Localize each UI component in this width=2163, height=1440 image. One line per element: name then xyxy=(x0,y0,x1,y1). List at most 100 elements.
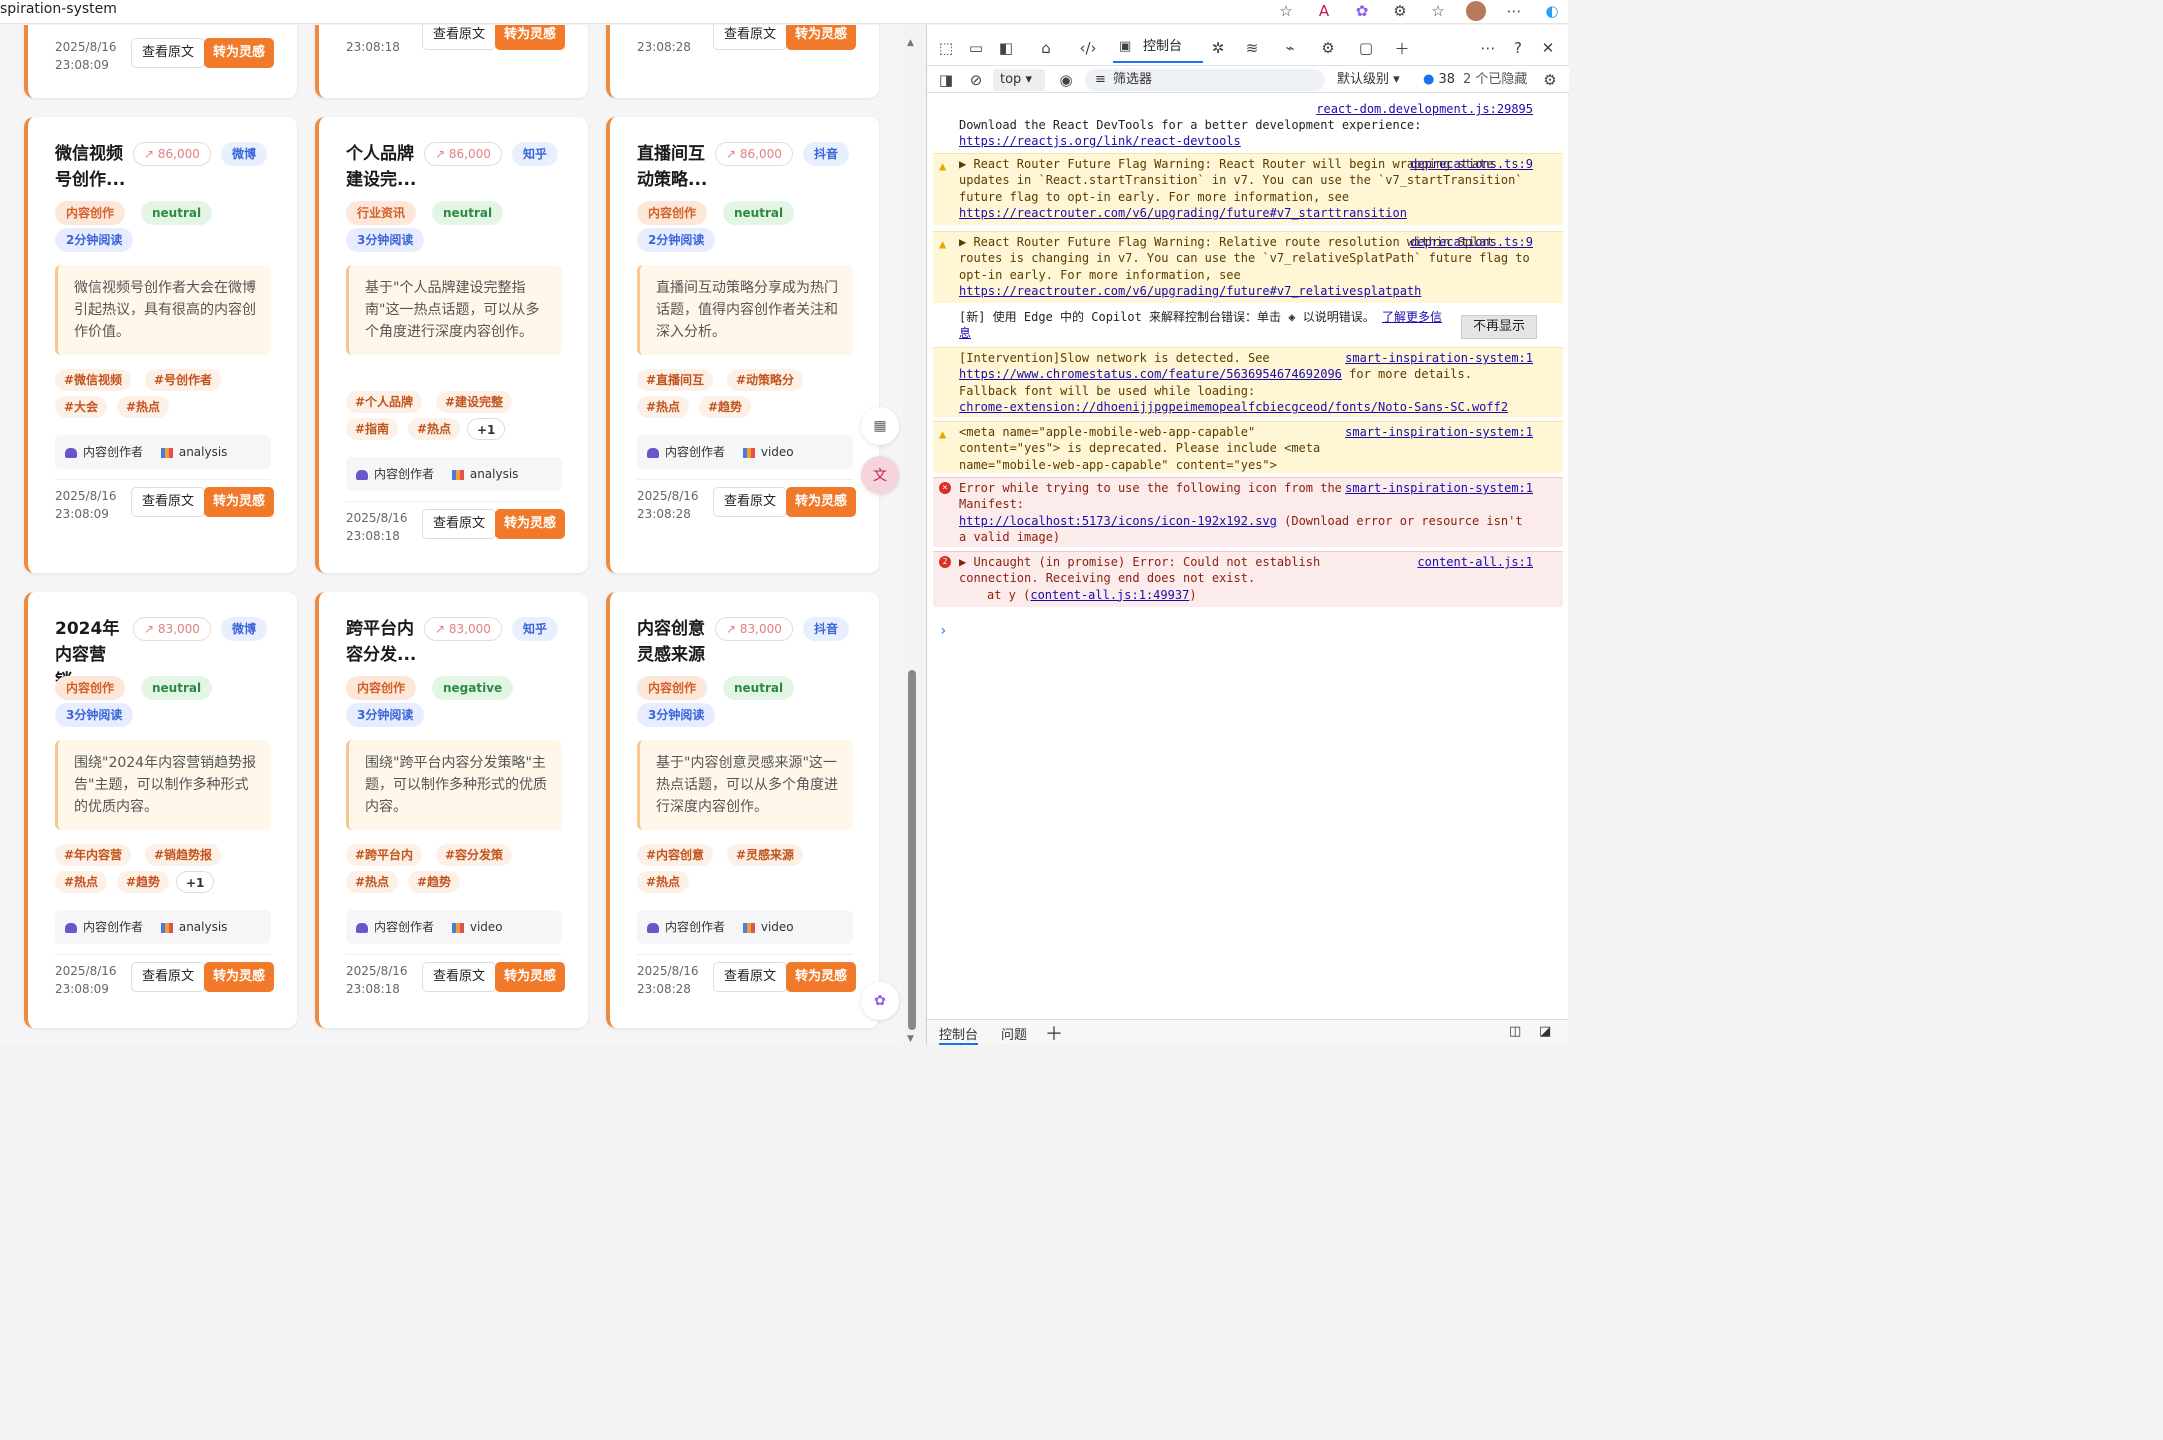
topic-tag[interactable]: #热点 xyxy=(55,871,108,893)
scrollbar-thumb[interactable] xyxy=(908,670,916,1030)
hotspot-card[interactable]: 微信视频号创作... ↗ 86,000 微博 内容创作 neutral 2分钟阅读 微信视频… xyxy=(24,117,297,573)
more-tools-icon[interactable]: ⋯ xyxy=(1477,37,1499,59)
topic-tag[interactable]: #销趋势报 xyxy=(145,844,222,866)
topic-tag[interactable]: #趋势 xyxy=(117,871,170,893)
hotspot-card[interactable]: 2024年内容营销...↗ 83,000微博内容创作neutral3分钟阅读围绕… xyxy=(24,592,297,1028)
topic-tag[interactable]: #跨平台内 xyxy=(346,844,423,866)
message-link[interactable]: https://reactrouter.com/v6/upgrading/fut… xyxy=(959,283,1535,299)
more-menu-icon[interactable]: ⋯ xyxy=(1504,1,1524,21)
application-window-icon[interactable]: ▢ xyxy=(1355,37,1377,59)
message-source-link[interactable]: smart-inspiration-system:1 xyxy=(1345,350,1533,366)
topic-tag[interactable]: #微信视频 xyxy=(55,369,132,391)
console-settings-icon[interactable]: ⚙ xyxy=(1539,69,1561,91)
view-original-button[interactable]: 查看原文 xyxy=(131,487,206,517)
view-original-button[interactable]: 查看原文 xyxy=(713,487,788,517)
view-original-button[interactable]: 查看原文 xyxy=(422,25,497,50)
favorites-icon[interactable]: ☆ xyxy=(1428,1,1448,21)
message-source-link[interactable]: deprecations.ts:9 xyxy=(1410,234,1533,250)
copilot-explain-icon[interactable]: ◈ xyxy=(1288,310,1295,324)
live-expression-eye-icon[interactable]: ◉ xyxy=(1055,69,1077,91)
view-original-button[interactable]: 查看原文 xyxy=(131,38,206,68)
inspect-element-icon[interactable]: ⬚ xyxy=(935,37,957,59)
convert-to-inspiration-button[interactable]: 转为灵感 xyxy=(495,509,566,539)
convert-to-inspiration-button[interactable]: 转为灵感 xyxy=(786,962,857,992)
elements-code-icon[interactable]: ‹/› xyxy=(1077,37,1099,59)
drawer-tab-console[interactable]: 控制台 xyxy=(939,1024,979,1045)
message-source-link[interactable]: smart-inspiration-system:1 xyxy=(1345,424,1533,440)
hotspot-card[interactable]: 直播间互动策略... ↗ 86,000 抖音 内容创作 neutral 2分钟阅读 直播间互… xyxy=(606,117,879,573)
topic-tag[interactable]: #灵感来源 xyxy=(727,844,804,866)
sources-bug-icon[interactable]: ✲ xyxy=(1207,37,1229,59)
view-original-button[interactable]: 查看原文 xyxy=(131,962,206,992)
card-title[interactable]: 个人品牌建设完... xyxy=(346,141,422,193)
topic-tag[interactable]: #号创作者 xyxy=(145,369,222,391)
topic-tag[interactable]: #热点 xyxy=(637,396,690,418)
scroll-up-arrow-icon[interactable]: ▲ xyxy=(907,38,914,48)
url-text[interactable]: spiration-system xyxy=(0,1,117,17)
extensions-puzzle-icon[interactable]: ⚙ xyxy=(1390,1,1410,21)
context-select[interactable]: top ▾ xyxy=(993,69,1045,91)
close-devtools-icon[interactable]: ✕ xyxy=(1537,37,1559,59)
network-wifi-icon[interactable]: ≋ xyxy=(1241,37,1263,59)
hidden-count[interactable]: 2 个已隐藏 xyxy=(1463,69,1527,91)
add-drawer-tab-plus-icon[interactable]: ＋ xyxy=(1045,1020,1063,1046)
topic-tag[interactable]: #指南 xyxy=(346,418,399,440)
card-title[interactable]: 微信视频号创作... xyxy=(55,141,131,193)
drawer-dock-icon[interactable]: ◫ xyxy=(1509,1024,1521,1039)
topic-tag[interactable]: #大会 xyxy=(55,396,108,418)
view-original-button[interactable]: 查看原文 xyxy=(713,962,788,992)
scroll-down-arrow-icon[interactable]: ▼ xyxy=(907,1034,914,1044)
card-title[interactable]: 直播间互动策略... xyxy=(637,141,713,193)
profile-avatar-icon[interactable] xyxy=(1466,1,1486,21)
topic-tag[interactable]: #建设完整 xyxy=(436,391,513,413)
translate-icon[interactable]: A xyxy=(1314,1,1334,21)
topic-tag[interactable]: #热点 xyxy=(346,871,399,893)
topic-tag[interactable]: #热点 xyxy=(637,871,690,893)
convert-to-inspiration-button[interactable]: 转为灵感 xyxy=(204,962,275,992)
filter-input[interactable]: ≡ 筛选器 xyxy=(1085,69,1325,91)
topic-tag[interactable]: #趋势 xyxy=(408,871,461,893)
convert-to-inspiration-button[interactable]: 转为灵感 xyxy=(786,487,857,517)
settings-gear-icon[interactable]: ⚙ xyxy=(1317,37,1339,59)
stack-link[interactable]: content-all.js:1:49937 xyxy=(1030,588,1189,602)
view-original-button[interactable]: 查看原文 xyxy=(422,962,497,992)
topic-tag[interactable]: #趋势 xyxy=(699,396,752,418)
favorite-star-icon[interactable]: ☆ xyxy=(1276,1,1296,21)
sidebar-toggle-icon[interactable]: ◨ xyxy=(935,69,957,91)
expand-arrow-icon[interactable]: ▶ xyxy=(959,555,973,569)
assistant-float-icon[interactable]: ✿ xyxy=(861,982,899,1020)
convert-to-inspiration-button[interactable]: 转为灵感 xyxy=(495,962,566,992)
hotspot-card[interactable]: 23:08:28 查看原文 转为灵感 xyxy=(606,25,879,98)
message-link-2[interactable]: chrome-extension://dhoenijjpgpeimemopeal… xyxy=(959,399,1535,415)
translate-float-icon[interactable]: 文 xyxy=(861,456,899,494)
convert-to-inspiration-button[interactable]: 转为灵感 xyxy=(786,25,857,50)
clear-console-icon[interactable]: ⊘ xyxy=(965,69,987,91)
topic-tag[interactable]: #年内容营 xyxy=(55,844,132,866)
hotspot-card[interactable]: 2025/8/16 23:08:09 查看原文 转为灵感 xyxy=(24,25,297,98)
welcome-home-icon[interactable]: ⌂ xyxy=(1035,37,1057,59)
hotspot-card[interactable]: 23:08:18 查看原文 转为灵感 xyxy=(315,25,588,98)
topic-tag[interactable]: #个人品牌 xyxy=(346,391,423,413)
topic-tag[interactable]: #直播间互 xyxy=(637,369,714,391)
message-source-link[interactable]: smart-inspiration-system:1 xyxy=(1345,480,1533,496)
more-tags-button[interactable]: +1 xyxy=(176,871,215,893)
tab-console[interactable]: ▣ 控制台 xyxy=(1113,33,1203,63)
card-title[interactable]: 内容创意灵感来源 xyxy=(637,616,713,668)
more-tags-button[interactable]: +1 xyxy=(467,418,506,440)
topic-tag[interactable]: #动策略分 xyxy=(727,369,804,391)
message-source-link[interactable]: content-all.js:1 xyxy=(1417,554,1533,570)
performance-icon[interactable]: ⌁ xyxy=(1279,37,1301,59)
extension-brain-icon[interactable]: ✿ xyxy=(1352,1,1372,21)
topic-tag[interactable]: #热点 xyxy=(408,418,461,440)
message-source-link[interactable]: deprecations.ts:9 xyxy=(1410,156,1533,172)
view-original-button[interactable]: 查看原文 xyxy=(713,25,788,50)
message-link[interactable]: http://localhost:5173/icons/icon-192x192… xyxy=(959,514,1277,528)
console-prompt-chevron-icon[interactable]: › xyxy=(939,623,947,639)
card-title[interactable]: 跨平台内容分发... xyxy=(346,616,422,668)
topic-tag[interactable]: #热点 xyxy=(117,396,170,418)
help-question-icon[interactable]: ? xyxy=(1507,37,1529,59)
drawer-tab-issues[interactable]: 问题 xyxy=(1001,1024,1027,1043)
topic-tag[interactable]: #内容创意 xyxy=(637,844,714,866)
log-level-select[interactable]: 默认级别 ▾ xyxy=(1337,69,1400,91)
hotspot-card[interactable]: 内容创意灵感来源 ↗ 83,000 抖音 内容创作 neutral 3分钟阅读 基于"内容创… xyxy=(606,592,879,1028)
